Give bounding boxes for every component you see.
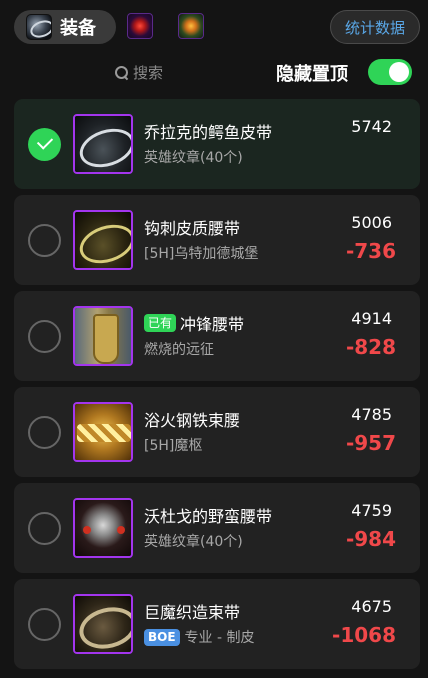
- search-icon: [114, 65, 129, 80]
- item-card[interactable]: 已有 冲锋腰带 燃烧的远征 4914 -828: [14, 291, 420, 381]
- hide-top-label: 隐藏置顶: [276, 64, 348, 85]
- item-name: 巨魔织造束带: [144, 603, 241, 622]
- item-score: 4759: [351, 501, 392, 520]
- item-score-diff: -1068: [332, 623, 396, 647]
- item-score-diff: -957: [345, 431, 396, 455]
- item-source: 英雄纹章(40个): [144, 534, 243, 550]
- item-score-diff: -984: [345, 527, 396, 551]
- boe-badge: BOE: [144, 628, 180, 646]
- item-score-diff: -736: [345, 239, 396, 263]
- item-card[interactable]: 沃杜戈的野蛮腰带 英雄纹章(40个) 4759 -984: [14, 483, 420, 573]
- item-source: 英雄纹章(40个): [144, 150, 243, 166]
- item-name: 钩刺皮质腰带: [144, 219, 241, 238]
- item-score: 5742: [351, 117, 392, 136]
- search-field[interactable]: 搜索: [114, 60, 163, 84]
- item-source: [5H]魔枢: [144, 438, 203, 454]
- item-score: 4785: [351, 405, 392, 424]
- item-score-diff: -828: [345, 335, 396, 359]
- item-card[interactable]: 乔拉克的鳄鱼皮带 英雄纹章(40个) 5742: [14, 99, 420, 189]
- item-card[interactable]: 钩刺皮质腰带 [5H]乌特加德城堡 5006 -736: [14, 195, 420, 285]
- red-gem-icon[interactable]: [127, 13, 153, 39]
- search-placeholder: 搜索: [133, 63, 164, 82]
- troll-woven-belt-icon: [73, 594, 133, 654]
- orange-gem-icon[interactable]: [178, 13, 204, 39]
- item-checkbox[interactable]: [28, 416, 61, 449]
- tab-equipment[interactable]: 装备: [14, 10, 116, 44]
- item-score: 4914: [351, 309, 392, 328]
- fire-steel-girdle-icon: [73, 402, 133, 462]
- crocodile-leather-belt-icon: [73, 114, 133, 174]
- tab-equipment-label: 装备: [60, 18, 96, 39]
- charge-belt-icon: [73, 306, 133, 366]
- stats-button[interactable]: 统计数据: [330, 10, 420, 44]
- item-card[interactable]: 巨魔织造束带 BOE 专业 - 制皮 4675 -1068: [14, 579, 420, 669]
- item-source: 燃烧的远征: [144, 342, 214, 358]
- item-score: 5006: [351, 213, 392, 232]
- owned-badge: 已有: [144, 314, 177, 332]
- item-checkbox[interactable]: [28, 128, 61, 161]
- item-name: 浴火钢铁束腰: [144, 411, 241, 430]
- hide-top-toggle[interactable]: [368, 59, 412, 85]
- item-card[interactable]: 浴火钢铁束腰 [5H]魔枢 4785 -957: [14, 387, 420, 477]
- belt-icon: [26, 14, 52, 40]
- barbed-leather-belt-icon: [73, 210, 133, 270]
- savage-belt-icon: [73, 498, 133, 558]
- item-source: [5H]乌特加德城堡: [144, 246, 259, 262]
- item-checkbox[interactable]: [28, 320, 61, 353]
- item-name: 沃杜戈的野蛮腰带: [144, 507, 273, 526]
- item-checkbox[interactable]: [28, 512, 61, 545]
- item-score: 4675: [351, 597, 392, 616]
- item-list: 乔拉克的鳄鱼皮带 英雄纹章(40个) 5742 钩刺皮质腰带 [5H]乌特加德城…: [14, 99, 420, 675]
- item-name: 乔拉克的鳄鱼皮带: [144, 123, 273, 142]
- item-checkbox[interactable]: [28, 224, 61, 257]
- item-checkbox[interactable]: [28, 608, 61, 641]
- item-name: 冲锋腰带: [180, 315, 245, 334]
- item-source: 专业 - 制皮: [184, 630, 255, 646]
- top-bar: 装备 统计数据: [0, 0, 428, 52]
- toggle-knob: [389, 62, 409, 82]
